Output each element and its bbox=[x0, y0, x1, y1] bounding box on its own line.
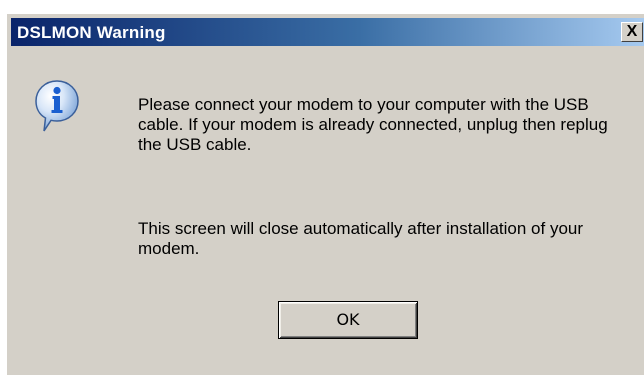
message-connect-instructions: Please connect your modem to your comput… bbox=[138, 95, 608, 154]
close-button[interactable]: X bbox=[621, 22, 643, 42]
info-icon bbox=[35, 80, 79, 132]
message-area: Please connect your modem to your comput… bbox=[138, 95, 618, 258]
window-title: DSLMON Warning bbox=[17, 23, 166, 42]
title-bar[interactable]: DSLMON Warning X bbox=[11, 18, 644, 46]
warning-dialog: DSLMON Warning X Please connect your mod… bbox=[7, 14, 644, 375]
message-auto-close-note: This screen will close automatically aft… bbox=[138, 219, 584, 258]
ok-button[interactable]: OK bbox=[278, 301, 418, 339]
